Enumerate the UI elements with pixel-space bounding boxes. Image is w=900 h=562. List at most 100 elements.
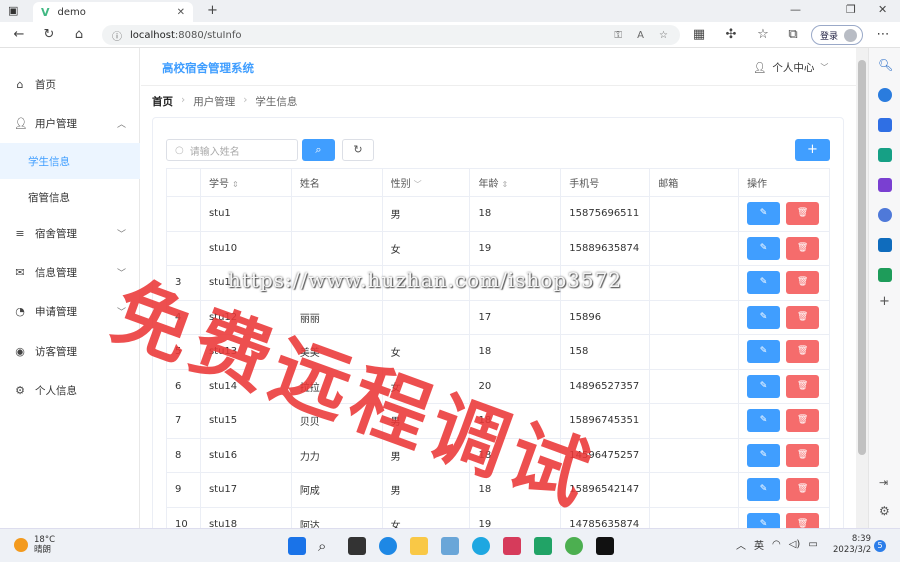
- refresh-icon[interactable]: ↻: [40, 26, 58, 44]
- sidebar-item-visitor-management[interactable]: ◉ 访客管理: [0, 333, 140, 369]
- sidebar-item-home[interactable]: ⌂ 首页: [0, 66, 140, 102]
- column-header-age[interactable]: 年龄 ⇕: [469, 168, 562, 197]
- key-icon[interactable]: ⚿: [614, 30, 622, 41]
- new-tab-icon[interactable]: +: [207, 3, 218, 18]
- split-screen-icon[interactable]: ▦: [690, 26, 708, 44]
- sidebar-item-dorm-manager-info[interactable]: 宿管信息: [0, 179, 140, 215]
- trash-icon: 🗑︎: [796, 277, 809, 288]
- cell-phone: 14596475257: [560, 437, 651, 473]
- column-header-id[interactable]: 学号 ⇕: [199, 168, 292, 197]
- delete-button[interactable]: 🗑︎: [786, 443, 820, 467]
- edit-button[interactable]: ✎: [747, 443, 781, 467]
- sort-icon[interactable]: ⇕: [501, 180, 508, 189]
- reset-button[interactable]: ↻: [342, 139, 374, 161]
- bing-icon[interactable]: [878, 88, 892, 102]
- edit-button[interactable]: ✎: [747, 478, 781, 502]
- browser-icon[interactable]: [472, 537, 490, 555]
- delete-button[interactable]: 🗑︎: [786, 340, 820, 364]
- favorite-add-icon[interactable]: ☆: [659, 30, 668, 41]
- breadcrumb-home[interactable]: 首页: [152, 94, 173, 109]
- edit-button[interactable]: ✎: [747, 271, 781, 295]
- notification-badge[interactable]: 5: [874, 540, 886, 552]
- login-button[interactable]: 登录: [811, 25, 863, 45]
- start-icon[interactable]: [288, 537, 306, 555]
- delete-button[interactable]: 🗑︎: [786, 236, 820, 260]
- hbuilder-icon[interactable]: [534, 537, 552, 555]
- minimize-icon[interactable]: —: [790, 3, 801, 16]
- sort-icon[interactable]: ⇕: [232, 180, 239, 189]
- search-button[interactable]: ⌕: [302, 139, 335, 161]
- wifi-icon[interactable]: ◠: [772, 539, 781, 550]
- column-header-gender[interactable]: 性别 ﹀: [381, 168, 471, 197]
- clock[interactable]: 8:39 2023/3/2: [833, 534, 871, 556]
- edit-button[interactable]: ✎: [747, 236, 781, 260]
- battery-icon[interactable]: ▭: [808, 539, 817, 550]
- edit-button[interactable]: ✎: [747, 409, 781, 433]
- browser-tab[interactable]: V demo ✕: [33, 2, 193, 22]
- add-sidebar-icon[interactable]: +: [879, 294, 890, 309]
- more-menu-icon[interactable]: ⋯: [874, 26, 892, 44]
- edit-button[interactable]: ✎: [747, 374, 781, 398]
- terminal-icon[interactable]: [596, 537, 614, 555]
- user-center-dropdown[interactable]: 👤︎ 个人中心 ﹀: [753, 60, 828, 75]
- ime-indicator[interactable]: 英: [754, 537, 764, 552]
- outlook-icon[interactable]: [878, 238, 892, 252]
- tab-actions-icon[interactable]: ▣: [8, 4, 18, 17]
- restore-icon[interactable]: ❐: [846, 3, 856, 16]
- shopping-icon[interactable]: [878, 118, 892, 132]
- wechat-icon[interactable]: [565, 537, 583, 555]
- idea-icon[interactable]: [503, 537, 521, 555]
- page-scrollbar-thumb[interactable]: [858, 60, 866, 455]
- photos-icon[interactable]: [441, 537, 459, 555]
- read-aloud-icon[interactable]: A: [637, 30, 644, 41]
- delete-button[interactable]: 🗑︎: [786, 202, 820, 226]
- column-header-phone: 手机号: [560, 168, 651, 197]
- tree-icon[interactable]: [878, 268, 892, 282]
- column-label: 年龄: [478, 179, 499, 190]
- url-field[interactable]: ⓘ localhost:8080/stuInfo ⚿ A ☆: [102, 25, 680, 45]
- settings-icon[interactable]: ⚙: [879, 504, 890, 518]
- weather-widget[interactable]: 18°C 晴朗: [14, 535, 55, 555]
- sidebar-item-student-info[interactable]: 学生信息: [0, 143, 140, 179]
- cell-name: [290, 265, 383, 301]
- close-tab-icon[interactable]: ✕: [177, 7, 185, 18]
- column-header-index: [166, 168, 201, 197]
- sidebar-item-dorm-management[interactable]: ≡ 宿舍管理 ﹀: [0, 215, 140, 251]
- games-icon[interactable]: [878, 178, 892, 192]
- sidebar-item-user-management[interactable]: 👤︎ 用户管理 ︿: [0, 105, 140, 141]
- favorites-icon[interactable]: ☆: [754, 26, 772, 44]
- delete-button[interactable]: 🗑︎: [786, 409, 820, 433]
- file-explorer-icon[interactable]: [410, 537, 428, 555]
- search-icon[interactable]: ⌕: [318, 537, 336, 555]
- office-icon[interactable]: [878, 208, 892, 222]
- extensions-icon[interactable]: ✣: [722, 26, 740, 44]
- user-icon: 👤︎: [14, 116, 28, 130]
- sidebar-item-info-management[interactable]: ✉ 信息管理 ﹀: [0, 254, 140, 290]
- home-browser-icon[interactable]: ⌂: [70, 26, 88, 44]
- volume-icon[interactable]: ◁): [789, 539, 801, 550]
- cell-gender: 男: [381, 472, 471, 508]
- sidebar-item-personal-info[interactable]: ⚙ 个人信息: [0, 372, 140, 408]
- edit-button[interactable]: ✎: [747, 202, 781, 226]
- add-student-button[interactable]: +: [795, 139, 830, 161]
- chevron-up-icon[interactable]: ︿: [736, 537, 746, 552]
- sidebar-item-application-management[interactable]: ◔ 申请管理 ﹀: [0, 293, 140, 329]
- edit-button[interactable]: ✎: [747, 340, 781, 364]
- filter-icon[interactable]: ﹀: [414, 180, 422, 189]
- edge-icon[interactable]: [379, 537, 397, 555]
- search-placeholder: 请输入姓名: [189, 146, 240, 158]
- edit-button[interactable]: ✎: [747, 305, 781, 329]
- delete-button[interactable]: 🗑︎: [786, 374, 820, 398]
- tools-icon[interactable]: [878, 148, 892, 162]
- search-icon[interactable]: 🔍︎: [878, 58, 893, 72]
- browser-tab-bar: ▣ V demo ✕ + — ❐ ✕: [0, 0, 900, 22]
- delete-button[interactable]: 🗑︎: [786, 478, 820, 502]
- delete-button[interactable]: 🗑︎: [786, 271, 820, 295]
- delete-button[interactable]: 🗑︎: [786, 305, 820, 329]
- search-input[interactable]: ○ 请输入姓名: [166, 139, 298, 161]
- task-view-icon[interactable]: [348, 537, 366, 555]
- collections-icon[interactable]: ⧉: [784, 26, 802, 44]
- sidebar-toggle-icon[interactable]: ⇥: [879, 476, 888, 489]
- back-icon[interactable]: ←: [10, 26, 28, 44]
- close-window-icon[interactable]: ✕: [878, 3, 887, 16]
